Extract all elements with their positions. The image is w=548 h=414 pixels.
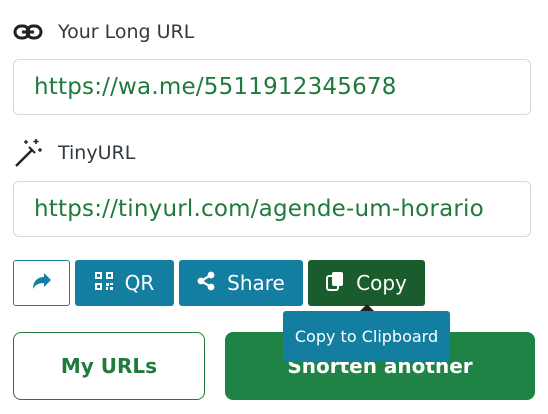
copy-button[interactable]: Copy <box>308 260 425 306</box>
open-url-button[interactable] <box>13 260 70 306</box>
long-url-label: Your Long URL <box>12 18 194 46</box>
tiny-url-label-text: TinyURL <box>58 142 136 164</box>
qr-button[interactable]: QR <box>75 260 174 306</box>
qr-code-icon <box>94 271 113 295</box>
copy-icon <box>326 271 344 296</box>
copy-button-label: Copy <box>356 271 407 295</box>
shortener-result-panel: Your Long URL https://wa.me/551191234567… <box>0 0 548 414</box>
magic-wand-icon <box>12 139 44 167</box>
tiny-url-field[interactable]: https://tinyurl.com/agende-um-horario <box>13 181 531 237</box>
share-button-label: Share <box>227 271 285 295</box>
share-nodes-icon <box>197 271 215 296</box>
share-arrow-icon <box>32 271 52 295</box>
action-button-row: QR Share Copy <box>13 260 425 306</box>
long-url-label-text: Your Long URL <box>58 21 195 43</box>
long-url-value: https://wa.me/5511912345678 <box>34 74 397 100</box>
long-url-field[interactable]: https://wa.me/5511912345678 <box>13 59 531 115</box>
copy-tooltip: Copy to Clipboard <box>283 304 450 362</box>
tiny-url-value: https://tinyurl.com/agende-um-horario <box>34 196 484 222</box>
tiny-url-label: TinyURL <box>12 139 135 167</box>
share-button[interactable]: Share <box>179 260 303 306</box>
link-icon <box>12 18 44 46</box>
qr-button-label: QR <box>124 271 155 295</box>
my-urls-label: My URLs <box>60 354 158 378</box>
my-urls-button[interactable]: My URLs <box>13 332 205 400</box>
copy-tooltip-text: Copy to Clipboard <box>294 327 439 346</box>
